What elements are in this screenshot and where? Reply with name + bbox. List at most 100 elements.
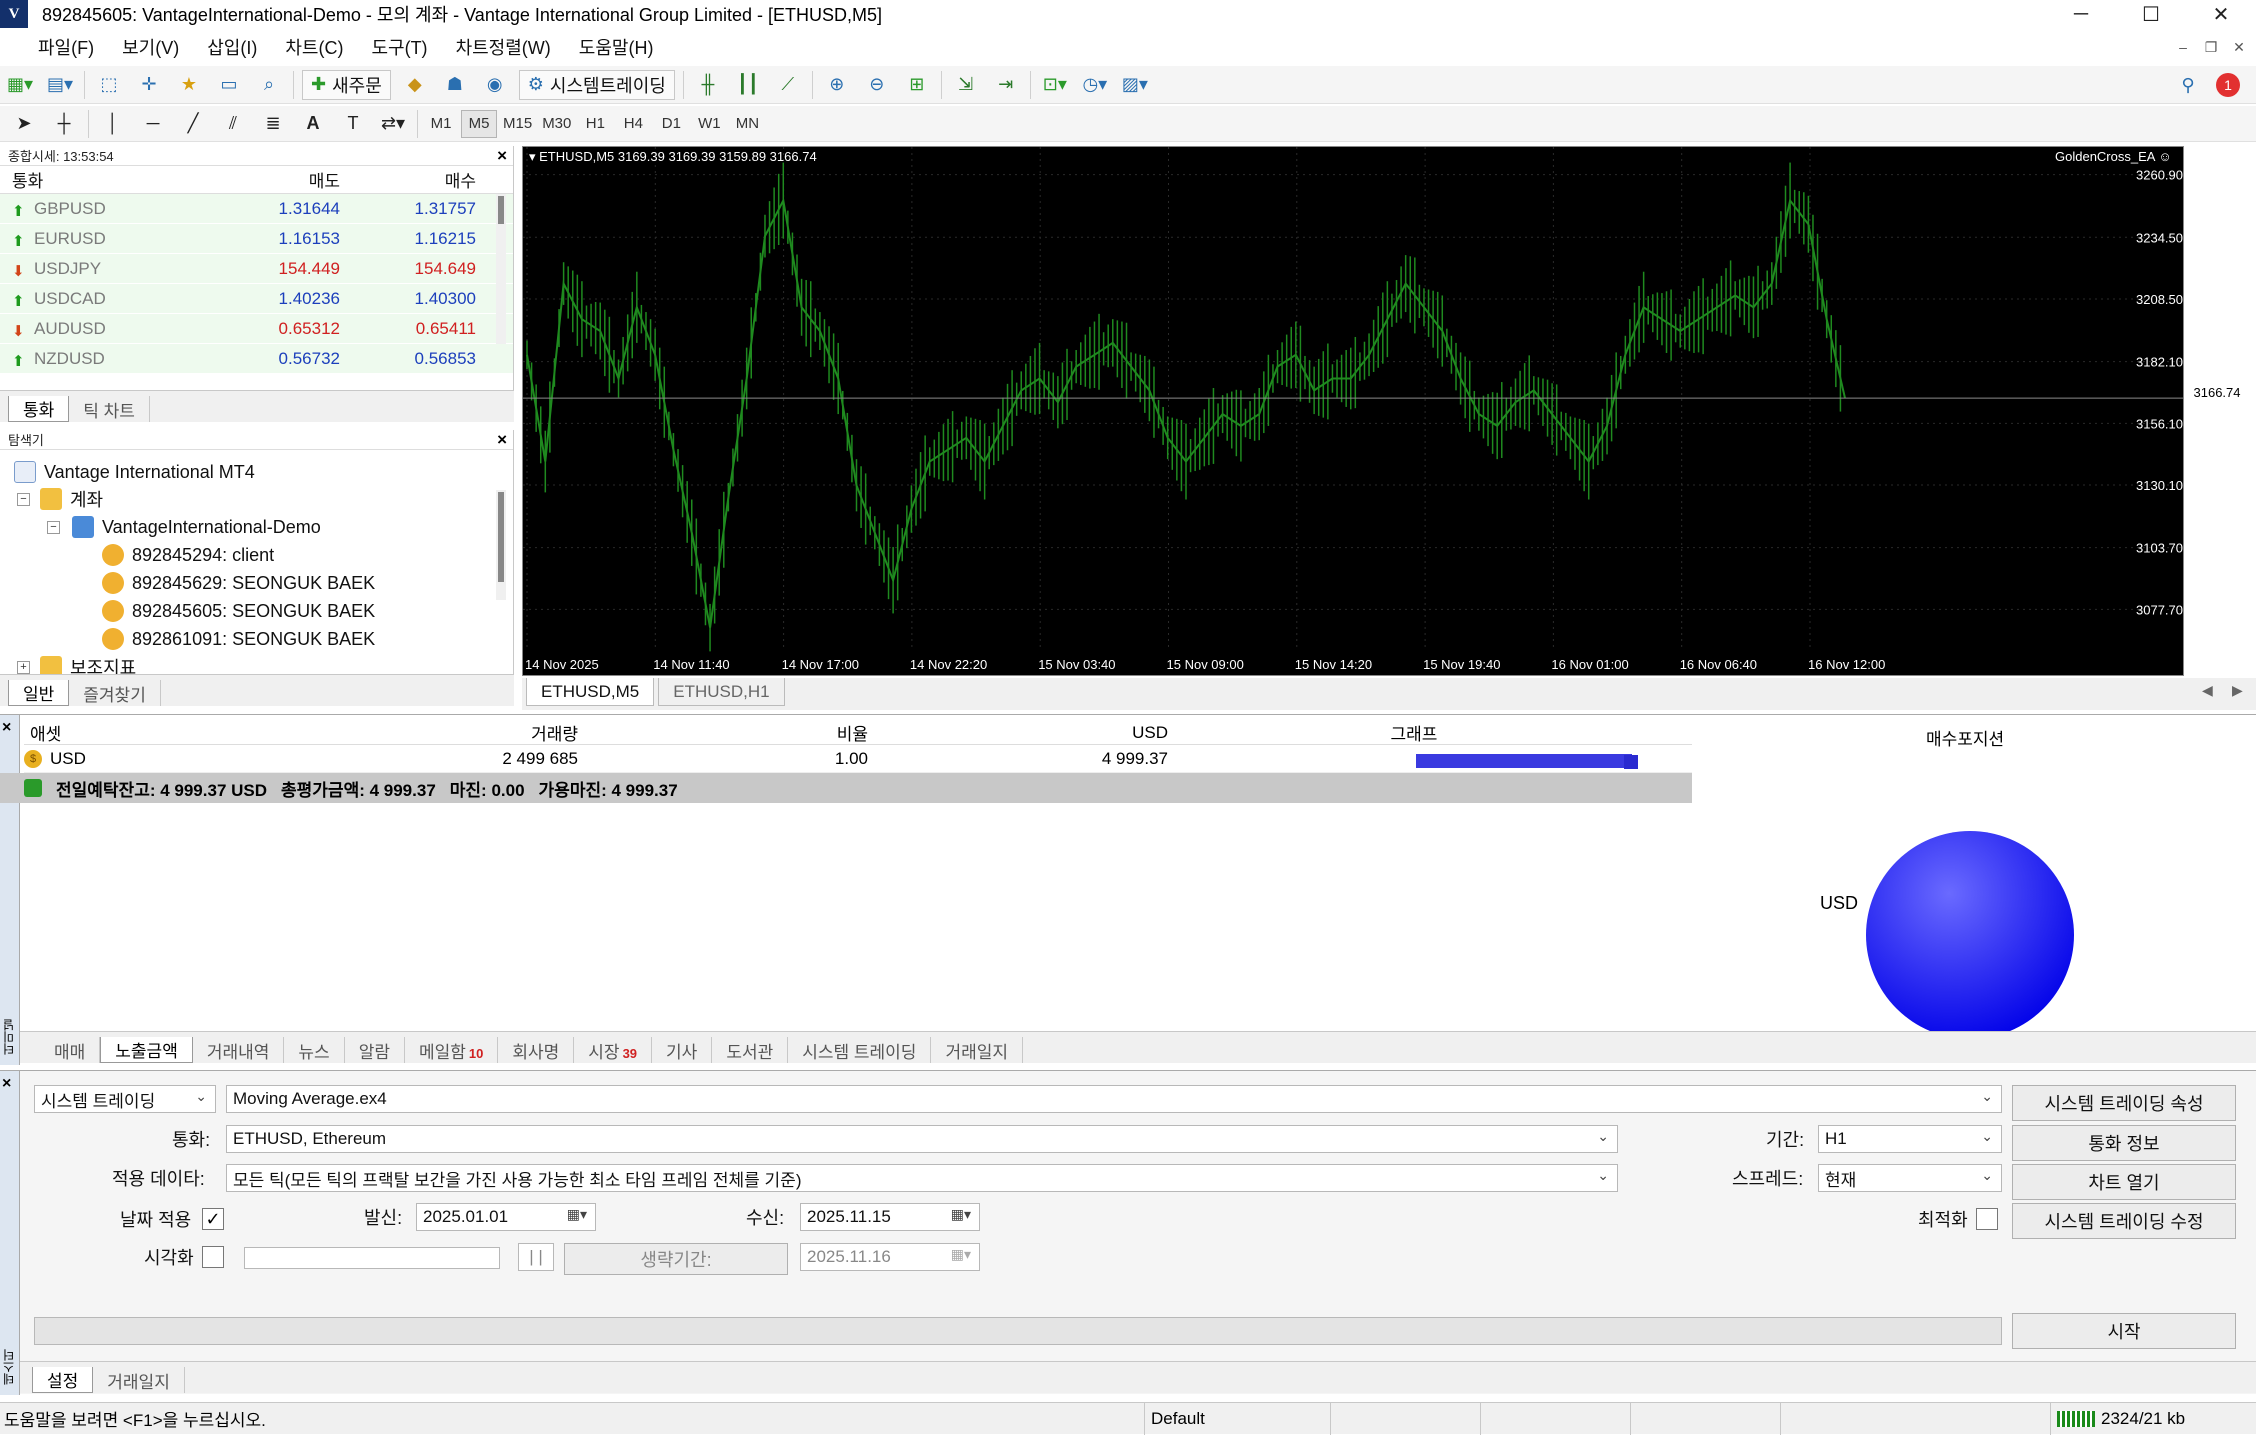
from-date-input[interactable]: 2025.01.01 ▦▾	[416, 1203, 596, 1231]
price-chart[interactable]: 3260.90 3234.50 3208.50 3182.10 3156.10 3130.…	[522, 146, 2249, 676]
market-watch-row[interactable]: ⬇ AUDUSD 0.65312 0.65411	[0, 314, 513, 344]
navigator-scrollbar[interactable]	[496, 490, 506, 600]
calendar-icon[interactable]: ▦▾	[951, 1246, 971, 1263]
equidistant-channel-icon[interactable]: ⫽	[217, 109, 249, 139]
menu-charts[interactable]: 차트(C)	[271, 30, 357, 64]
tester-close-icon[interactable]: ×	[2, 1075, 11, 1093]
terminal-tab[interactable]: 기사	[652, 1037, 713, 1063]
timeframe-mn[interactable]: MN	[729, 110, 765, 138]
market-watch-row[interactable]: ⬆ NZDUSD 0.56732 0.56853	[0, 344, 513, 374]
exposure-row[interactable]: $ USD 2 499 685 1.00 4 999.37	[24, 745, 1692, 773]
timeframe-d1[interactable]: D1	[653, 110, 689, 138]
tree-indicators[interactable]: 보조지표	[40, 655, 136, 674]
market-watch-row[interactable]: ⬆ USDCAD 1.40236 1.40300	[0, 284, 513, 314]
chart-tab-ethusd-h1[interactable]: ETHUSD,H1	[658, 678, 785, 706]
market-watch-scrollbar[interactable]	[496, 194, 506, 344]
terminal-tab[interactable]: 매매	[40, 1037, 101, 1063]
collapse-accounts-icon[interactable]: −	[17, 493, 30, 506]
terminal-tab[interactable]: 거래일지	[931, 1037, 1023, 1063]
tab-settings[interactable]: 설정	[32, 1367, 94, 1393]
tree-root[interactable]: Vantage International MT4	[14, 460, 255, 484]
optimization-checkbox[interactable]	[1976, 1208, 1998, 1230]
expert-properties-button[interactable]: 시스템 트레이딩 속성	[2012, 1085, 2236, 1121]
fibonacci-icon[interactable]: ≣	[257, 109, 289, 139]
terminal-tab[interactable]: 메일함 10	[405, 1037, 499, 1063]
timeframe-m1[interactable]: M1	[423, 110, 459, 138]
chart-shift-icon[interactable]: ⇥	[990, 70, 1022, 100]
mdi-close-button[interactable]: ✕	[2226, 34, 2252, 60]
scroll-tabs-left-icon[interactable]: ◀	[2202, 682, 2213, 699]
new-order-button[interactable]: ✚ 새주문	[302, 69, 391, 100]
mdi-restore-button[interactable]: ❐	[2198, 34, 2224, 60]
navigator-close-icon[interactable]: ×	[497, 430, 507, 450]
bar-chart-icon[interactable]: ╫	[692, 70, 724, 100]
start-button[interactable]: 시작	[2012, 1313, 2236, 1349]
line-chart-icon[interactable]: ⟋	[772, 70, 804, 100]
new-chart-icon[interactable]: ▦▾	[4, 70, 36, 100]
column-header-usd[interactable]: USD	[874, 723, 1174, 743]
tester-type-select[interactable]: 시스템 트레이딩 ⌄	[34, 1085, 216, 1113]
tab-tick-chart[interactable]: 틱 차트	[69, 396, 150, 422]
terminal-tab[interactable]: 거래내역	[193, 1037, 285, 1063]
mdi-minimize-button[interactable]: –	[2170, 34, 2196, 60]
navigator-icon[interactable]: ★	[173, 70, 205, 100]
calendar-icon[interactable]: ▦▾	[567, 1206, 587, 1223]
zoom-out-icon[interactable]: ⊖	[861, 70, 893, 100]
column-header-bid[interactable]: 매도	[212, 167, 348, 192]
terminal-tab[interactable]: 시스템 트레이딩	[788, 1037, 932, 1063]
terminal-icon[interactable]: ▭	[213, 70, 245, 100]
chart-tab-ethusd-m5[interactable]: ETHUSD,M5	[526, 678, 655, 706]
tree-account[interactable]: 892845294: client	[102, 543, 274, 567]
tab-favorites[interactable]: 즐겨찾기	[69, 680, 161, 706]
crosshair-icon[interactable]: ┼	[48, 109, 80, 139]
column-header-graph[interactable]: 그래프	[1174, 720, 1654, 745]
terminal-tab[interactable]: 시장 39	[574, 1037, 653, 1063]
horizontal-line-icon[interactable]: ─	[137, 109, 169, 139]
column-header-ask[interactable]: 매수	[348, 167, 484, 192]
column-header-ratio[interactable]: 비율	[584, 720, 874, 745]
symbol-select[interactable]: ETHUSD, Ethereum ⌄	[226, 1125, 1618, 1153]
to-date-input[interactable]: 2025.11.15 ▦▾	[800, 1203, 980, 1231]
modify-expert-button[interactable]: 시스템 트레이딩 수정	[2012, 1203, 2236, 1239]
timeframe-w1[interactable]: W1	[691, 110, 727, 138]
search-icon[interactable]: ⚲	[2172, 70, 2204, 100]
collapse-server-icon[interactable]: −	[47, 521, 60, 534]
market-watch-row[interactable]: ⬇ USDJPY 154.449 154.649	[0, 254, 513, 284]
column-header-asset[interactable]: 애셋	[24, 720, 294, 745]
menu-window[interactable]: 차트정렬(W)	[442, 30, 565, 64]
terminal-close-icon[interactable]: ×	[2, 719, 11, 737]
text-label-icon[interactable]: T	[337, 109, 369, 139]
menu-insert[interactable]: 삽입(I)	[193, 30, 271, 64]
market-icon[interactable]: ◉	[479, 70, 511, 100]
expert-select[interactable]: Moving Average.ex4 ⌄	[226, 1085, 2002, 1113]
visual-mode-checkbox[interactable]	[202, 1246, 224, 1268]
tree-accounts[interactable]: 계좌	[40, 487, 103, 511]
maximize-window-button[interactable]: ☐	[2116, 0, 2186, 28]
scrollbar-thumb[interactable]	[498, 196, 504, 224]
menu-view[interactable]: 보기(V)	[108, 30, 193, 64]
data-window-icon[interactable]: ✛	[133, 70, 165, 100]
skip-to-date-input[interactable]: 2025.11.16 ▦▾	[800, 1243, 980, 1271]
terminal-tab[interactable]: 알람	[345, 1037, 405, 1063]
menu-file[interactable]: 파일(F)	[24, 30, 108, 64]
auto-scroll-icon[interactable]: ⇲	[950, 70, 982, 100]
timeframe-h4[interactable]: H4	[615, 110, 651, 138]
menu-help[interactable]: 도움말(H)	[565, 30, 668, 64]
zoom-in-icon[interactable]: ⊕	[821, 70, 853, 100]
chart-canvas[interactable]: 3260.90 3234.50 3208.50 3182.10 3156.10 3130.…	[523, 147, 2183, 675]
market-watch-icon[interactable]: ⬚	[93, 70, 125, 100]
templates-icon[interactable]: ▨▾	[1119, 70, 1151, 100]
tab-common[interactable]: 일반	[8, 680, 70, 706]
tab-tester-journal[interactable]: 거래일지	[93, 1367, 185, 1393]
market-watch-row[interactable]: ⬆ GBPUSD 1.31644 1.31757	[0, 194, 513, 224]
trendline-icon[interactable]: ╱	[177, 109, 209, 139]
model-select[interactable]: 모든 틱(모든 틱의 프랙탈 보간을 가진 사용 가능한 최소 타임 프레임 전…	[226, 1164, 1618, 1192]
expand-indicators-icon[interactable]: +	[17, 661, 30, 674]
arrows-icon[interactable]: ⇄▾	[377, 109, 409, 139]
terminal-tab[interactable]: 회사명	[498, 1037, 575, 1063]
market-watch-close-icon[interactable]: ×	[497, 146, 507, 166]
column-header-symbol[interactable]: 통화	[0, 167, 212, 192]
close-window-button[interactable]: ✕	[2186, 0, 2256, 28]
terminal-tab[interactable]: 도서관	[712, 1037, 789, 1063]
open-chart-button[interactable]: 차트 열기	[2012, 1164, 2236, 1200]
